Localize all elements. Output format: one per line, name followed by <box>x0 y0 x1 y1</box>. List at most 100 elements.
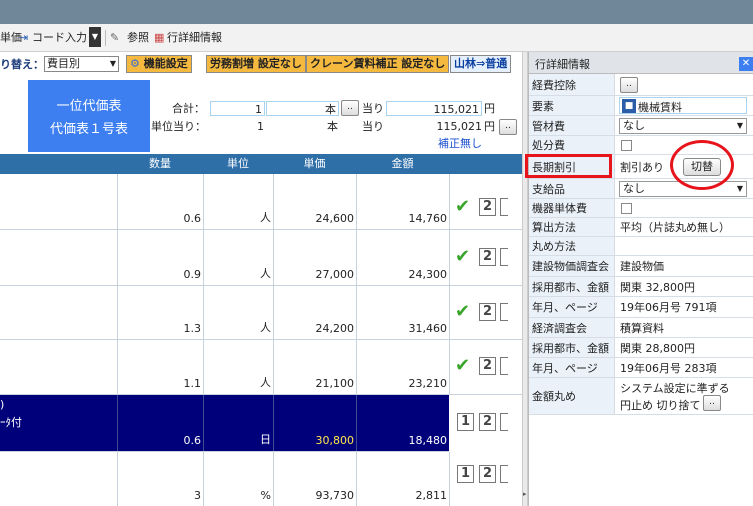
detail-extra-button[interactable] <box>500 303 508 321</box>
element-field[interactable]: ■ 機械賃料 <box>619 97 747 114</box>
machine-unit-checkbox[interactable] <box>621 203 632 214</box>
column-header-price[interactable]: 単価 <box>273 154 356 174</box>
element-value: 機械賃料 <box>638 101 682 114</box>
management-select-value: なし <box>623 119 645 132</box>
cell-unit: 人 <box>260 211 271 224</box>
detail-number-button-1[interactable]: 1 <box>457 465 474 483</box>
total-amount-field[interactable]: 115,021 <box>386 101 482 116</box>
prop-row-city1: 採用都市、金額 関東 32,800円 <box>529 277 753 297</box>
expense-deduction-button[interactable]: .. <box>620 77 638 93</box>
disposal-checkbox[interactable] <box>621 140 632 151</box>
cell-unit: 人 <box>260 376 271 389</box>
page1-value: 19年06月号 791項 <box>620 301 717 314</box>
detail-extra-button[interactable] <box>500 413 508 431</box>
row-detail-icon: ▦ <box>154 31 165 44</box>
detail-extra-button[interactable] <box>500 357 508 375</box>
table-row[interactable]: 1.3 人 24,200 31,460 ✔ 2 <box>0 286 522 340</box>
management-select[interactable]: なし ▼ <box>619 118 747 134</box>
column-header-unit[interactable]: 単位 <box>203 154 273 174</box>
long-term-value: 割引あり <box>620 160 664 174</box>
price-table-title-line2: 代価表１号表 <box>49 122 128 137</box>
detail-number-button-2[interactable]: 2 <box>479 465 496 483</box>
prop-row-calc: 算出方法 平均（片誌丸め無し） <box>529 218 753 237</box>
detail-number-button-2[interactable]: 2 <box>479 413 496 431</box>
toolbar: 単価 ⇥ コード入力 ▼ ✎ 参照 ▦ 行詳細情報 <box>0 24 753 52</box>
per-unit-yen-label: 円 <box>484 120 495 133</box>
table-row[interactable]: 0.6 人 24,600 14,760 ✔ 2 <box>0 174 522 230</box>
cell-qty: 1.1 <box>183 377 202 390</box>
function-settings-button[interactable]: ⚙ 機能設定 <box>126 55 192 73</box>
detail-number-button-1[interactable]: 1 <box>457 413 474 431</box>
annotation-red-box <box>525 154 612 178</box>
total-qty-field[interactable]: 1 <box>210 101 265 116</box>
cell-qty: 1.3 <box>183 322 202 335</box>
crane-rent-button[interactable]: クレーン賃料補正 設定なし <box>306 55 450 73</box>
prop-label: 年月、ページ <box>529 297 615 317</box>
detail-extra-button[interactable] <box>500 248 508 266</box>
econ-value: 積算資料 <box>620 321 664 335</box>
table-row[interactable]: 3 % 93,730 2,811 1 2 <box>0 452 522 506</box>
prop-label: 建設物価調査会 <box>529 256 615 276</box>
table-header: 数量 単位 単価 金額 <box>0 154 522 174</box>
detail-number-button[interactable]: 2 <box>479 248 496 266</box>
prop-row-rounding: 丸め方法 <box>529 237 753 256</box>
cell-unit: 人 <box>260 267 271 280</box>
detail-extra-button[interactable] <box>500 465 508 483</box>
reference-button[interactable]: 参照 <box>127 30 149 46</box>
column-header-amount[interactable]: 金額 <box>356 154 449 174</box>
correction-link[interactable]: 補正無し <box>438 136 482 151</box>
check-icon: ✔ <box>455 301 471 322</box>
detail-number-button[interactable]: 2 <box>479 198 496 216</box>
cell-price: 24,600 <box>315 212 355 225</box>
row-detail-button[interactable]: 行詳細情報 <box>167 30 222 46</box>
amount-round-value2: 円止め 切り捨て <box>620 399 701 412</box>
chevron-down-icon: ▼ <box>736 121 743 130</box>
table-row[interactable]: 1.1 人 21,100 23,210 ✔ 2 <box>0 340 522 395</box>
total-unit-field[interactable]: 本 <box>266 101 339 116</box>
switch-label: り替え： <box>0 58 44 71</box>
code-input-dropdown-icon[interactable]: ▼ <box>89 27 101 47</box>
prop-label: 経済調査会 <box>529 318 615 337</box>
detail-number-button[interactable]: 2 <box>479 303 496 321</box>
cell-unit: 日 <box>260 433 271 446</box>
column-header-qty[interactable]: 数量 <box>117 154 203 174</box>
per-unit-per-label: 当り <box>362 120 384 133</box>
cell-qty: 0.6 <box>183 434 202 447</box>
amount-round-button[interactable]: .. <box>703 395 721 411</box>
cell-qty: 0.9 <box>183 268 202 281</box>
city2-value: 関東 28,800円 <box>620 341 695 355</box>
prop-label: 機器単体費 <box>529 199 615 217</box>
table-row-selected[interactable]: ) ｰﾀ付 0.6 日 30,800 18,480 1 2 <box>0 395 522 452</box>
prop-label: 金額丸め <box>529 378 615 414</box>
cell-price: 24,200 <box>315 322 355 335</box>
total-unit-picker-button[interactable]: .. <box>341 100 359 116</box>
gear-icon: ⚙ <box>130 57 140 70</box>
cell-qty: 3 <box>194 489 201 502</box>
category-select[interactable]: 費目別 ▼ <box>44 56 119 72</box>
amount-round-value1: システム設定に準ずる <box>620 382 730 395</box>
table-row[interactable]: 0.9 人 27,000 24,300 ✔ 2 <box>0 230 522 286</box>
cell-amount: 24,300 <box>408 268 448 281</box>
row-detail-panel: 行詳細情報 ✕ 経費控除 .. 要素 ■ 機械賃料 管材費 なし ▼ 処分費 長… <box>525 52 753 506</box>
prop-row-amount-round: 金額丸め システム設定に準ずる 円止め 切り捨て .. <box>529 378 753 415</box>
prop-row-machine-unit: 機器単体費 <box>529 199 753 218</box>
mountain-forest-button[interactable]: 山林⇒普通 <box>450 55 512 73</box>
cell-unit: % <box>260 489 271 502</box>
per-unit-picker-button[interactable]: .. <box>499 119 517 135</box>
city1-value: 関東 32,800円 <box>620 280 695 294</box>
prop-label: 管材費 <box>529 116 615 135</box>
page2-value: 19年06月号 283項 <box>620 361 717 375</box>
prop-row-city2: 採用都市、金額 関東 28,800円 <box>529 338 753 358</box>
prop-row-econ: 経済調査会 積算資料 <box>529 318 753 338</box>
per-unit-label: 単位当り： <box>151 120 206 133</box>
close-icon[interactable]: ✕ <box>739 57 753 71</box>
code-input-button[interactable]: コード入力 <box>32 30 87 46</box>
total-per-label: 当り <box>362 102 384 115</box>
prop-label: 支給品 <box>529 179 615 198</box>
total-yen-label: 円 <box>484 102 495 115</box>
survey-value: 建設物価 <box>620 260 664 273</box>
code-input-icon: ⇥ <box>19 31 29 44</box>
detail-extra-button[interactable] <box>500 198 508 216</box>
detail-number-button[interactable]: 2 <box>479 357 496 375</box>
labor-markup-button[interactable]: 労務割増 設定なし <box>206 55 306 73</box>
